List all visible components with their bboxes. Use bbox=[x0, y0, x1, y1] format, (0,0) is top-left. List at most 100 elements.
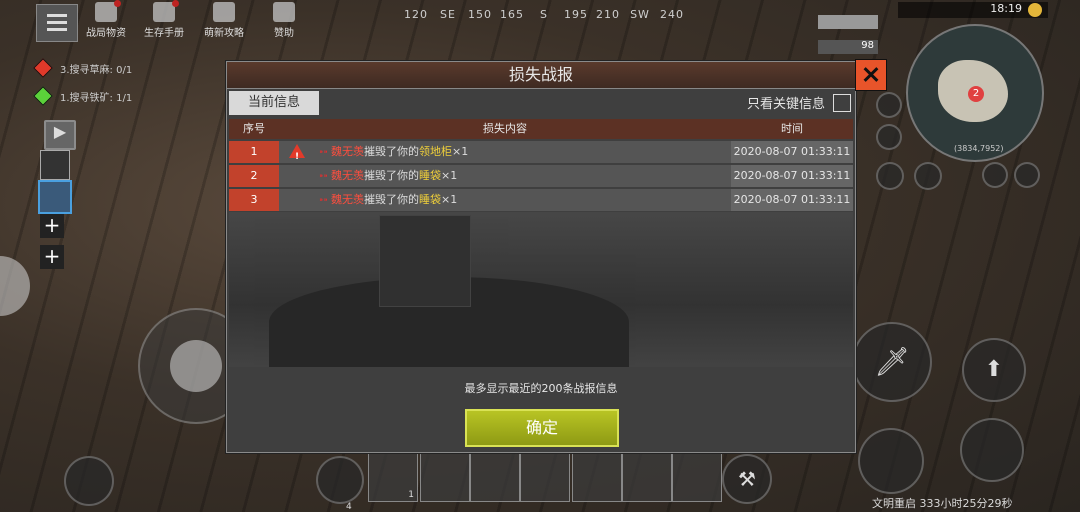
hotbar-page-index: 4 bbox=[346, 502, 352, 512]
hotbar-slot[interactable] bbox=[572, 452, 622, 502]
quest-item[interactable]: 1.搜寻铁矿: 1/1 bbox=[33, 82, 133, 110]
sponsor-icon bbox=[273, 2, 295, 22]
hotbar-slot[interactable] bbox=[520, 452, 570, 502]
compass-strip: 120 SE 150 165 S 195 210 SW 240 bbox=[400, 8, 688, 21]
jump-button[interactable]: ⬆ bbox=[962, 338, 1026, 402]
key-info-filter[interactable]: 只看关键信息 bbox=[747, 93, 851, 112]
compass-tick: S bbox=[540, 8, 548, 21]
row-index: 1 bbox=[229, 141, 279, 163]
row-index: 2 bbox=[229, 165, 279, 187]
notification-dot bbox=[114, 0, 121, 7]
dialog-title: 损失战报 bbox=[508, 65, 573, 84]
key-info-checkbox[interactable] bbox=[833, 93, 851, 112]
menu-icon bbox=[47, 14, 67, 32]
quest-text: 3.搜寻草麻: 0/1 bbox=[60, 64, 133, 76]
column-header: 序号 bbox=[243, 122, 265, 135]
main-menu-button[interactable] bbox=[36, 4, 78, 42]
row-text: ⁍⁍ 魏无羡摧毁了你的领地柜×1 bbox=[319, 141, 468, 164]
quest-tracker: 3.搜寻草麻: 0/1 1.搜寻铁矿: 1/1 bbox=[33, 54, 133, 110]
topbar-item-label: 萌新攻略 bbox=[204, 28, 244, 39]
action-text: 摧毁了你的 bbox=[364, 193, 419, 206]
item-qty: ×1 bbox=[441, 193, 458, 206]
speaker-icon[interactable] bbox=[876, 124, 902, 150]
guide-icon bbox=[213, 2, 235, 22]
quest-text: 1.搜寻铁矿: 1/1 bbox=[60, 92, 133, 104]
column-header: 时间 bbox=[781, 122, 803, 135]
tab-current-info[interactable]: 当前信息 bbox=[229, 91, 319, 115]
team-member-avatar[interactable] bbox=[40, 150, 70, 180]
topbar-item-guide[interactable]: 萌新攻略 bbox=[198, 2, 250, 39]
column-header: 损失内容 bbox=[483, 122, 527, 135]
hotbar-slot[interactable] bbox=[470, 452, 520, 502]
item-name: 领地柜 bbox=[419, 145, 452, 158]
row-text: ⁍⁍ 魏无羡摧毁了你的睡袋×1 bbox=[319, 189, 457, 212]
slot-count: 1 bbox=[408, 490, 414, 500]
quest-item[interactable]: 3.搜寻草麻: 0/1 bbox=[33, 54, 133, 82]
compass-tick: 195 bbox=[564, 8, 588, 21]
table-row[interactable]: 1 ⁍⁍魏无羡摧毁了你的领地柜×1 2020-08-07 01:33:11 bbox=[229, 141, 853, 168]
hotbar-slot[interactable]: 1 bbox=[368, 452, 418, 502]
row-content: ⁍⁍魏无羡摧毁了你的领地柜×1 bbox=[279, 141, 731, 168]
hotbar-slot[interactable] bbox=[420, 452, 470, 502]
player-avatar[interactable] bbox=[38, 180, 72, 214]
action-text: 摧毁了你的 bbox=[364, 169, 419, 182]
compass-tick: SE bbox=[440, 8, 456, 21]
notification-dot bbox=[172, 0, 179, 7]
prone-button[interactable] bbox=[858, 428, 924, 494]
settings-gear-icon[interactable] bbox=[1014, 162, 1040, 188]
craft-button[interactable]: ⚒ bbox=[722, 454, 772, 504]
supplies-icon bbox=[95, 0, 121, 22]
minimap-marker: 2 bbox=[968, 86, 984, 102]
table-row[interactable]: 3 ⁍⁍ 魏无羡摧毁了你的睡袋×1 2020-08-07 01:33:11 bbox=[229, 189, 853, 211]
compass-tick: SW bbox=[630, 8, 650, 21]
hotbar-slot[interactable] bbox=[622, 452, 672, 502]
action-text: 摧毁了你的 bbox=[364, 145, 419, 158]
compass-tick: 150 bbox=[468, 8, 492, 21]
loss-report-dialog: 损失战报 当前信息 只看关键信息 序号 损失内容 时间 1 ⁍⁍魏无羡摧毁了你的… bbox=[226, 61, 856, 453]
joystick-move-icon bbox=[170, 340, 222, 392]
quest-status-icon bbox=[33, 58, 53, 78]
emote-icon[interactable] bbox=[876, 162, 904, 190]
backpack-button[interactable] bbox=[316, 456, 364, 504]
add-member-button[interactable]: + bbox=[40, 245, 64, 269]
compass-tick: 210 bbox=[596, 8, 620, 21]
notice-text: 最多显示最近的200条战报信息 bbox=[464, 382, 618, 395]
warning-icon bbox=[289, 144, 305, 168]
confirm-button[interactable]: 确定 bbox=[465, 409, 619, 447]
topbar-item-label: 赞助 bbox=[274, 28, 294, 39]
topbar-item-handbook[interactable]: 生存手册 bbox=[138, 0, 190, 39]
compass-tick: 240 bbox=[660, 8, 684, 21]
minimap-coords: (3834,7952) bbox=[954, 144, 1004, 153]
item-name: 睡袋 bbox=[419, 169, 441, 182]
player-name: 魏无羡 bbox=[331, 145, 364, 158]
dialog-header: 损失战报 bbox=[227, 62, 855, 89]
rank-chevron-icon: ⁍⁍ bbox=[319, 196, 328, 206]
alert-icon[interactable] bbox=[982, 162, 1008, 188]
hotbar-slot[interactable] bbox=[672, 452, 722, 502]
build-button[interactable] bbox=[64, 456, 114, 506]
row-time: 2020-08-07 01:33:11 bbox=[731, 141, 853, 163]
item-name: 睡袋 bbox=[419, 193, 441, 206]
row-content: ⁍⁍ 魏无羡摧毁了你的睡袋×1 bbox=[279, 165, 731, 187]
filter-label: 只看关键信息 bbox=[746, 97, 825, 112]
marker-count: 2 bbox=[972, 88, 980, 99]
microphone-icon[interactable] bbox=[876, 92, 902, 118]
table-row[interactable]: 2 ⁍⁍ 魏无羡摧毁了你的睡袋×1 2020-08-07 01:33:11 bbox=[229, 165, 853, 187]
topbar-item-supplies[interactable]: 战局物资 bbox=[80, 0, 132, 39]
scene-structure bbox=[379, 215, 471, 307]
minimap[interactable]: 2 (3834,7952) bbox=[906, 24, 1044, 162]
flag-icon[interactable] bbox=[914, 162, 942, 190]
quest-status-icon bbox=[33, 86, 53, 106]
row-time: 2020-08-07 01:33:11 bbox=[731, 165, 853, 187]
add-member-button[interactable]: + bbox=[40, 214, 64, 238]
background-scene bbox=[229, 212, 853, 367]
melee-attack-button[interactable]: 🗡 bbox=[852, 322, 932, 402]
play-button[interactable]: ▶ bbox=[44, 120, 76, 150]
crouch-button[interactable] bbox=[960, 418, 1024, 482]
daytime-icon bbox=[1028, 3, 1042, 17]
close-icon[interactable] bbox=[855, 59, 887, 91]
topbar-item-sponsor[interactable]: 赞助 bbox=[258, 2, 310, 39]
jump-arrow-icon: ⬆ bbox=[984, 357, 1004, 382]
item-qty: ×1 bbox=[452, 145, 469, 158]
player-name: 魏无羡 bbox=[331, 169, 364, 182]
